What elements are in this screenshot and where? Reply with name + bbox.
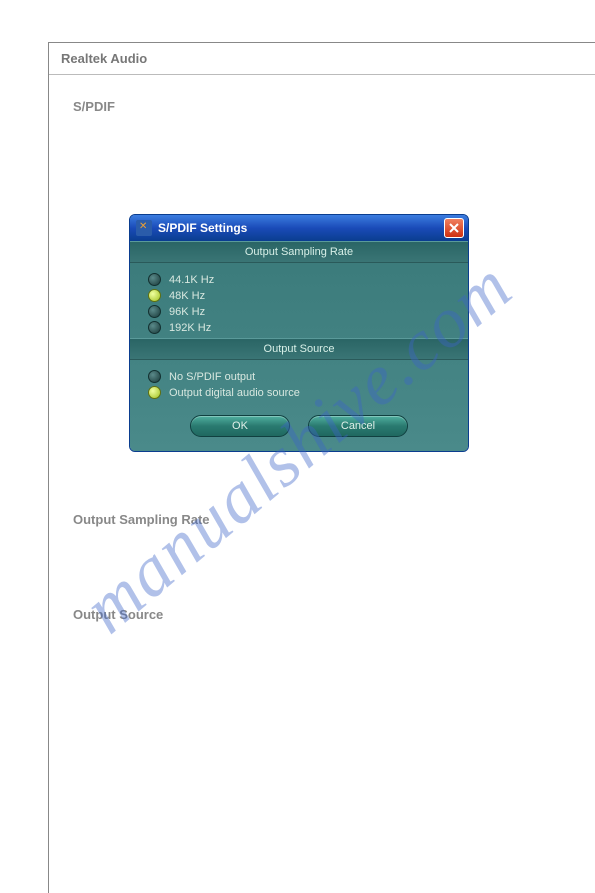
ok-button[interactable]: OK (190, 415, 290, 437)
rate-option-192[interactable]: 192K Hz (148, 321, 468, 334)
radio-icon (148, 273, 161, 286)
section-title: S/PDIF (73, 99, 595, 114)
source-option-none[interactable]: No S/PDIF output (148, 370, 468, 383)
radio-icon (148, 321, 161, 334)
button-row: OK Cancel (130, 415, 468, 437)
dialog-body: Output Sampling Rate 44.1K Hz 48K Hz 96K… (130, 241, 468, 451)
dialog-title: S/PDIF Settings (158, 221, 444, 235)
cancel-button[interactable]: Cancel (308, 415, 408, 437)
radio-icon (148, 370, 161, 383)
dialog-icon (136, 220, 152, 236)
radio-label: Output digital audio source (169, 387, 300, 399)
subtitle-rate: Output Sampling Rate (73, 512, 595, 527)
close-button[interactable] (444, 218, 464, 238)
page-header: Realtek Audio (49, 43, 595, 75)
rate-options: 44.1K Hz 48K Hz 96K Hz 192K Hz (130, 273, 468, 334)
rate-option-44[interactable]: 44.1K Hz (148, 273, 468, 286)
source-options: No S/PDIF output Output digital audio so… (130, 370, 468, 399)
radio-label: 44.1K Hz (169, 274, 214, 286)
spdif-settings-dialog: S/PDIF Settings Output Sampling Rate 44.… (129, 214, 469, 452)
radio-icon (148, 386, 161, 399)
subtitle-source: Output Source (73, 607, 595, 622)
rate-option-96[interactable]: 96K Hz (148, 305, 468, 318)
radio-label: No S/PDIF output (169, 371, 255, 383)
rate-option-48[interactable]: 48K Hz (148, 289, 468, 302)
page-frame: Realtek Audio S/PDIF S/PDIF Settings Out… (48, 42, 595, 893)
radio-label: 48K Hz (169, 290, 205, 302)
close-icon (449, 223, 459, 233)
dialog-titlebar[interactable]: S/PDIF Settings (130, 215, 468, 241)
source-option-digital[interactable]: Output digital audio source (148, 386, 468, 399)
radio-label: 96K Hz (169, 306, 205, 318)
radio-icon (148, 305, 161, 318)
radio-icon (148, 289, 161, 302)
radio-label: 192K Hz (169, 322, 211, 334)
group-header-source: Output Source (130, 338, 468, 360)
group-header-rate: Output Sampling Rate (130, 241, 468, 263)
dialog-container: S/PDIF Settings Output Sampling Rate 44.… (129, 214, 469, 452)
